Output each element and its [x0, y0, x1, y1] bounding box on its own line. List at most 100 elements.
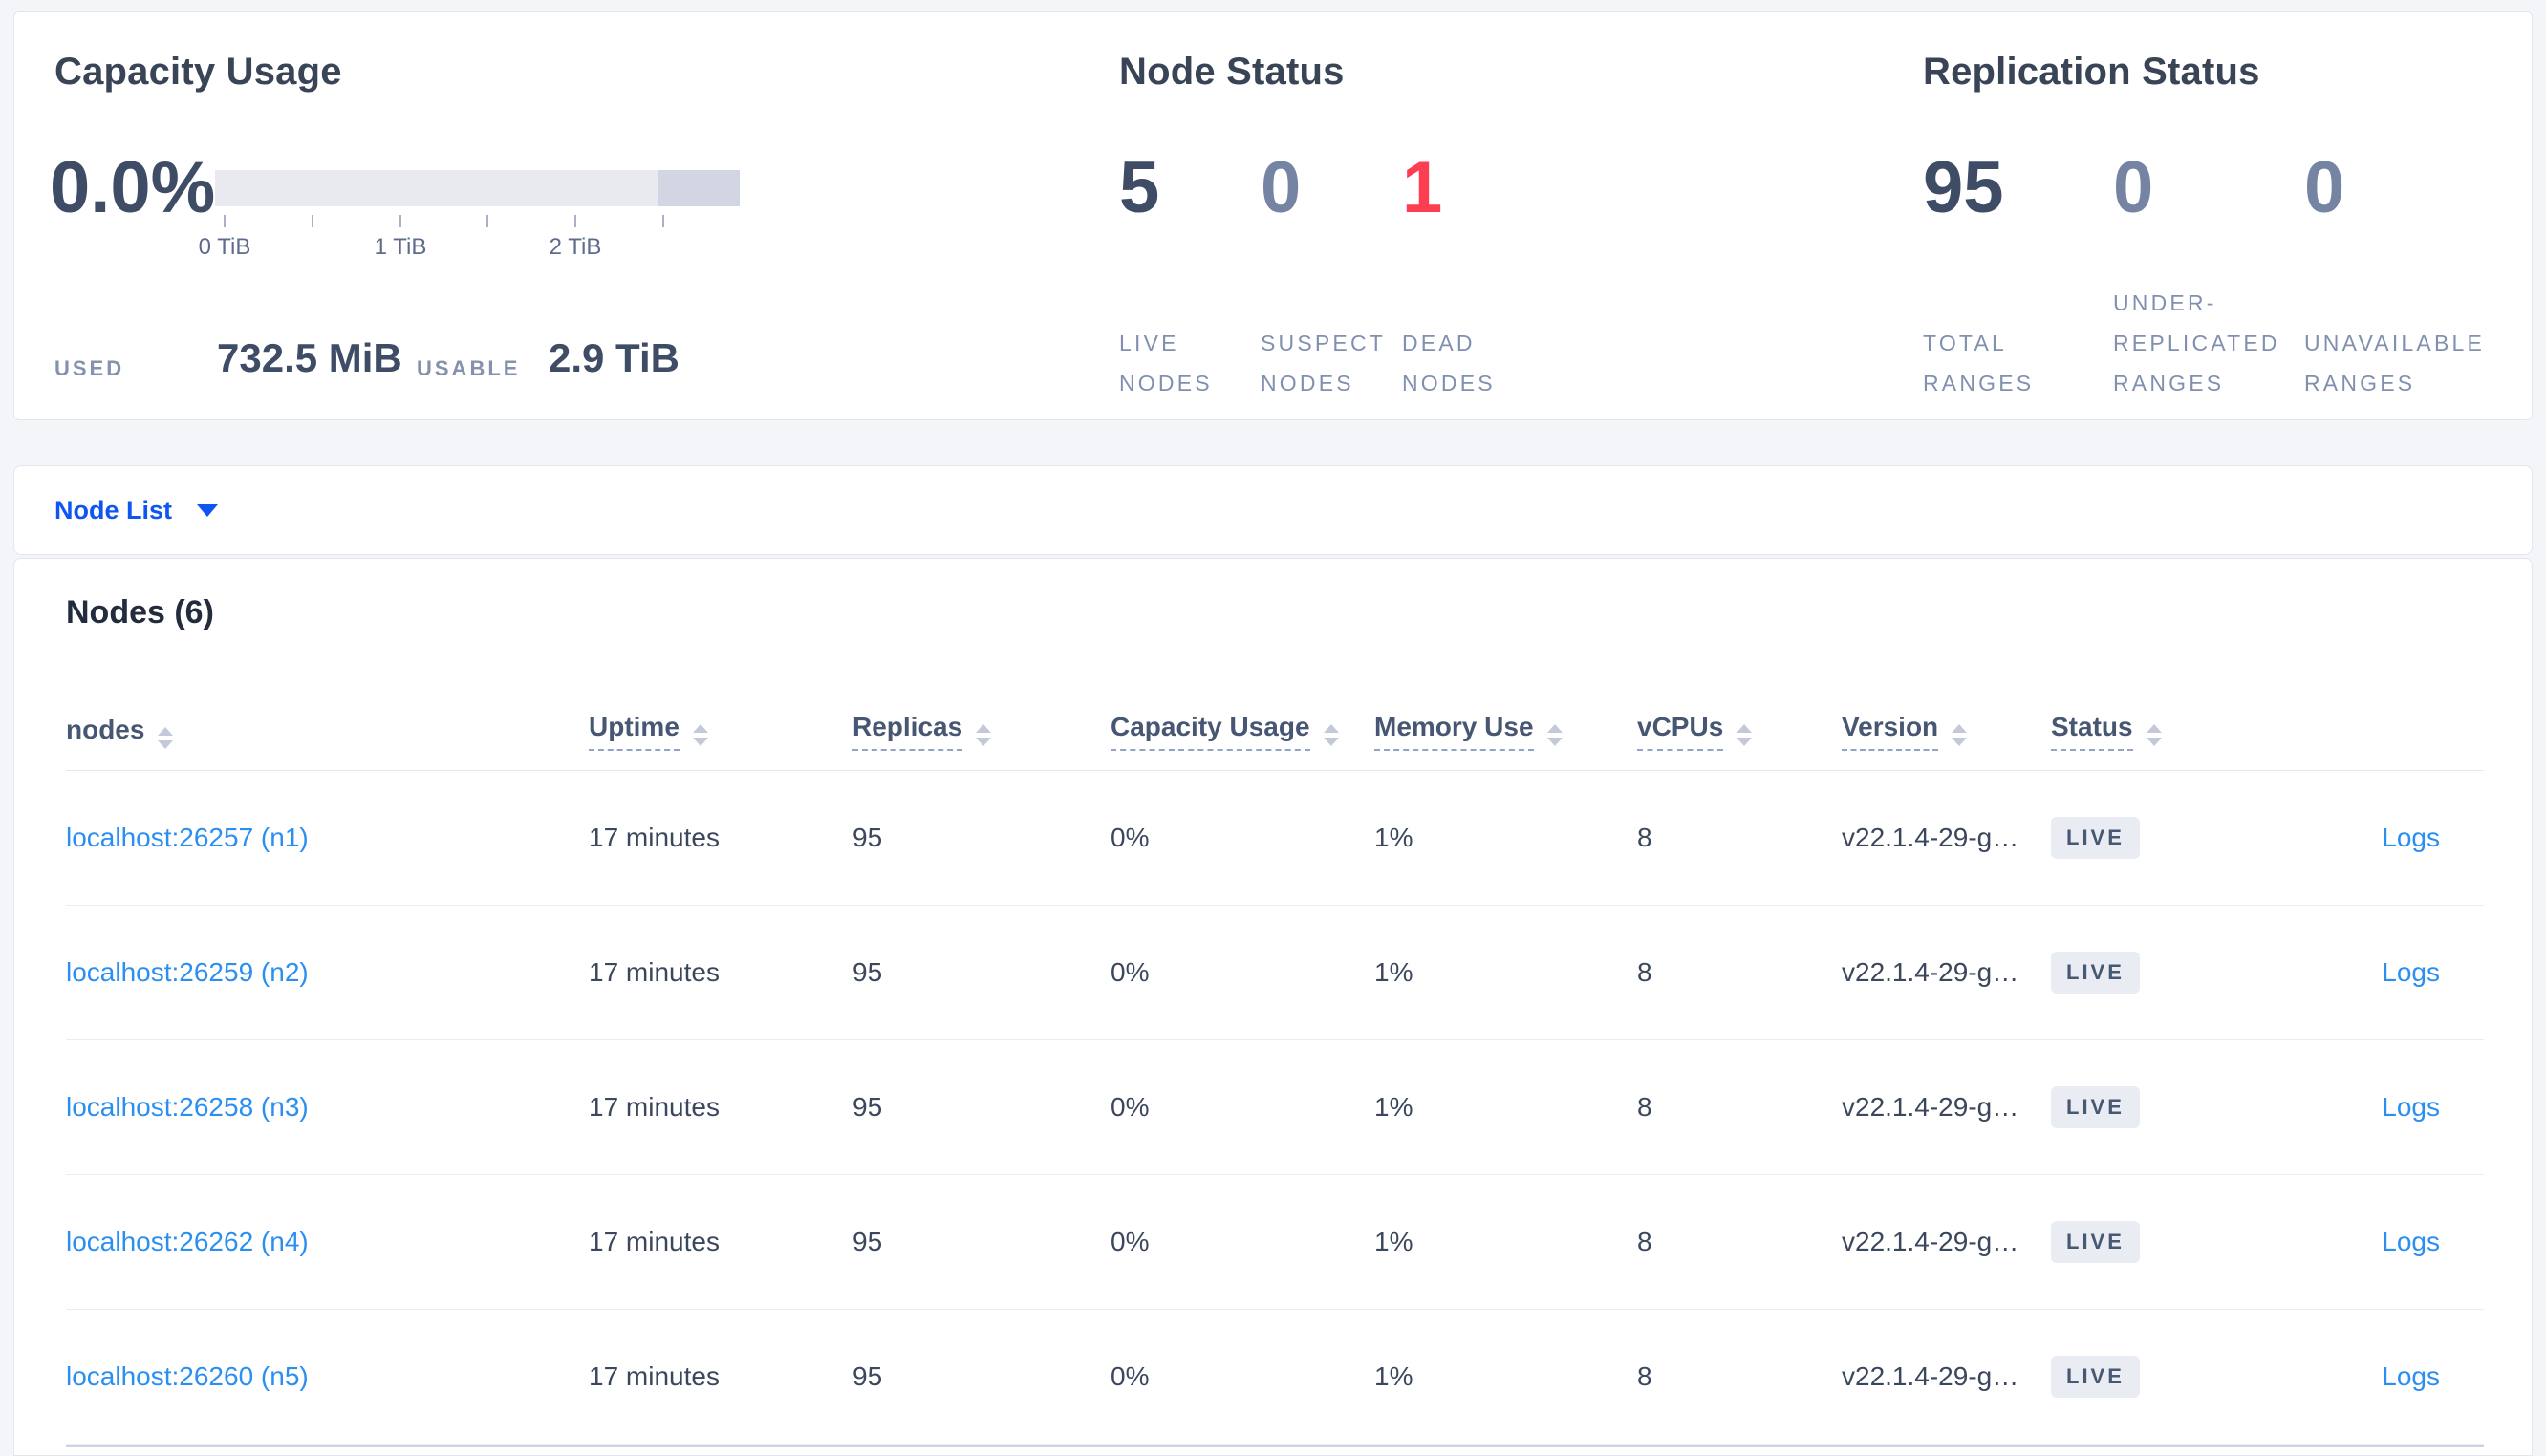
replicas-cell: 95: [852, 1227, 883, 1256]
capacity-percent-value: 0.0%: [50, 147, 216, 228]
capacity-cell: 0%: [1111, 1361, 1150, 1391]
column-header-vcpus[interactable]: vCPUs: [1637, 712, 1842, 751]
replicas-cell: 95: [852, 823, 883, 852]
uptime-cell: 17 minutes: [589, 1361, 720, 1391]
stat-value: 1: [1402, 147, 1443, 228]
logs-link[interactable]: Logs: [2382, 823, 2440, 852]
axis-tick: [662, 215, 664, 227]
uptime-cell: 17 minutes: [589, 957, 720, 987]
memory-cell: 1%: [1374, 1361, 1413, 1391]
usable-value: 2.9 TiB: [549, 335, 680, 380]
node-link[interactable]: localhost:26260 (n5): [66, 1361, 309, 1391]
stat-label: LIVE NODES: [1119, 331, 1213, 396]
total-ranges-stat: 95 TOTAL RANGES: [1923, 152, 2113, 404]
capacity-cell: 0%: [1111, 1227, 1150, 1256]
replicas-cell: 95: [852, 1361, 883, 1391]
cluster-summary-card: Capacity Usage 0.0% 0 TiB 1 TiB 2 TiB US…: [13, 11, 2533, 420]
node-link[interactable]: localhost:26259 (n2): [66, 957, 309, 987]
axis-tick: [574, 215, 576, 227]
sort-icon[interactable]: [1546, 724, 1563, 746]
version-cell: v22.1.4-29-g…: [1842, 957, 2019, 987]
memory-cell: 1%: [1374, 1227, 1413, 1256]
column-header-status[interactable]: Status: [2051, 712, 2280, 751]
node-list-label: Node List: [54, 495, 173, 525]
table-row: localhost:26258 (n3) 17 minutes 95 0% 1%…: [66, 1040, 2484, 1175]
column-header-replicas[interactable]: Replicas: [852, 712, 1111, 751]
memory-cell: 1%: [1374, 957, 1413, 987]
logs-link[interactable]: Logs: [2382, 1092, 2440, 1122]
usable-label: USABLE: [417, 356, 521, 380]
column-header-nodes[interactable]: nodes: [66, 715, 589, 749]
stat-label: UNAVAILABLE RANGES: [2304, 331, 2486, 396]
stat-label: TOTAL RANGES: [1923, 331, 2035, 396]
capacity-usage-title: Capacity Usage: [54, 51, 342, 93]
capacity-cell: 0%: [1111, 823, 1150, 852]
suspect-nodes-stat: 0 SUSPECT NODES: [1261, 152, 1402, 404]
status-badge: LIVE: [2051, 1086, 2140, 1128]
stat-value: 95: [1923, 147, 2004, 228]
live-nodes-stat: 5 LIVE NODES: [1119, 152, 1261, 404]
axis-tick: [399, 215, 401, 227]
column-header-capacity-usage[interactable]: Capacity Usage: [1111, 712, 1374, 751]
version-cell: v22.1.4-29-g…: [1842, 823, 2019, 852]
unavailable-ranges-stat: 0 UNAVAILABLE RANGES: [2304, 152, 2524, 404]
axis-tick: [312, 215, 313, 227]
used-value: 732.5 MiB: [217, 335, 402, 380]
status-badge: LIVE: [2051, 1221, 2140, 1263]
table-row: localhost:26259 (n2) 17 minutes 95 0% 1%…: [66, 906, 2484, 1040]
memory-cell: 1%: [1374, 823, 1413, 852]
dead-nodes-stat: 1 DEAD NODES: [1402, 152, 1543, 404]
status-badge: LIVE: [2051, 1356, 2140, 1398]
node-link[interactable]: localhost:26262 (n4): [66, 1227, 309, 1256]
stat-value: 0: [2113, 147, 2154, 228]
status-badge: LIVE: [2051, 817, 2140, 859]
node-link[interactable]: localhost:26258 (n3): [66, 1092, 309, 1122]
column-header-uptime[interactable]: Uptime: [589, 712, 852, 751]
under-replicated-ranges-stat: 0 UNDER- REPLICATED RANGES: [2113, 152, 2304, 404]
logs-link[interactable]: Logs: [2382, 1227, 2440, 1256]
capacity-usage-bar: [215, 170, 740, 206]
sort-icon[interactable]: [158, 726, 174, 749]
uptime-cell: 17 minutes: [589, 1227, 720, 1256]
table-header-row: nodes Uptime Replicas Capacity Usage Mem…: [66, 693, 2484, 771]
axis-tick: [224, 215, 226, 227]
axis-tick-label: 2 TiB: [549, 234, 602, 260]
chevron-down-icon: [197, 503, 219, 517]
node-list-dropdown[interactable]: Node List: [13, 465, 2533, 555]
column-header-version[interactable]: Version: [1842, 712, 2051, 751]
axis-tick: [486, 215, 488, 227]
capacity-bar-dark-segment: [658, 170, 740, 206]
sort-icon[interactable]: [1952, 724, 1968, 746]
table-section-divider: [66, 1445, 2484, 1455]
stat-label: DEAD NODES: [1402, 331, 1496, 396]
stat-value: 0: [2304, 147, 2345, 228]
replicas-cell: 95: [852, 957, 883, 987]
replication-status-title: Replication Status: [1923, 51, 2260, 93]
table-row: localhost:26262 (n4) 17 minutes 95 0% 1%…: [66, 1175, 2484, 1310]
table-row: localhost:26260 (n5) 17 minutes 95 0% 1%…: [66, 1310, 2484, 1445]
vcpus-cell: 8: [1637, 823, 1652, 852]
sort-icon[interactable]: [1323, 724, 1339, 746]
used-label: USED: [54, 356, 125, 380]
node-link[interactable]: localhost:26257 (n1): [66, 823, 309, 852]
stat-label: UNDER- REPLICATED RANGES: [2113, 290, 2280, 396]
version-cell: v22.1.4-29-g…: [1842, 1361, 2019, 1391]
column-header-memory-use[interactable]: Memory Use: [1374, 712, 1637, 751]
nodes-count-title: Nodes (6): [66, 594, 214, 631]
vcpus-cell: 8: [1637, 1227, 1652, 1256]
sort-icon[interactable]: [976, 724, 992, 746]
sort-icon[interactable]: [692, 724, 708, 746]
logs-link[interactable]: Logs: [2382, 957, 2440, 987]
uptime-cell: 17 minutes: [589, 1092, 720, 1122]
logs-link[interactable]: Logs: [2382, 1361, 2440, 1391]
version-cell: v22.1.4-29-g…: [1842, 1227, 2019, 1256]
version-cell: v22.1.4-29-g…: [1842, 1092, 2019, 1122]
stat-label: SUSPECT NODES: [1261, 331, 1387, 396]
memory-cell: 1%: [1374, 1092, 1413, 1122]
stat-value: 0: [1261, 147, 1302, 228]
sort-icon[interactable]: [2146, 724, 2162, 746]
table-row: localhost:26257 (n1) 17 minutes 95 0% 1%…: [66, 771, 2484, 906]
uptime-cell: 17 minutes: [589, 823, 720, 852]
sort-icon[interactable]: [1737, 724, 1753, 746]
status-badge: LIVE: [2051, 952, 2140, 994]
